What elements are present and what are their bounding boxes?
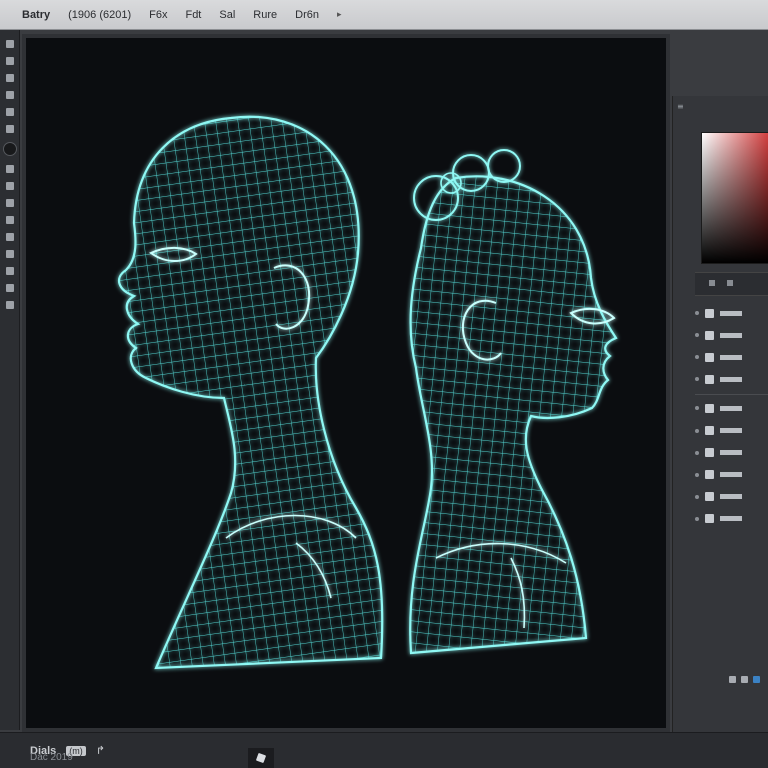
text-tool-icon[interactable] (5, 199, 14, 207)
hand-tool-icon[interactable] (5, 233, 14, 241)
zoom-tool-icon[interactable] (5, 250, 14, 258)
shape-tool-icon[interactable] (5, 216, 14, 224)
layer-thumbnail-icon (705, 330, 714, 340)
taskbar-button[interactable] (248, 748, 274, 768)
marquee-tool-icon[interactable] (5, 57, 14, 65)
panel-menu-icon[interactable]: ≡ (677, 102, 765, 114)
layer-item[interactable] (695, 394, 768, 415)
wireframe-artwork (117, 115, 618, 670)
share-icon[interactable] (753, 676, 760, 683)
layer-thumbnail-icon (705, 492, 714, 502)
layer-label (720, 332, 742, 338)
gradient-tool-icon[interactable] (5, 165, 14, 173)
layer-label (720, 310, 742, 316)
panel-tab-icon[interactable] (727, 280, 733, 286)
layer-item[interactable] (695, 350, 768, 364)
right-head-wireframe (409, 149, 618, 655)
visibility-icon[interactable] (695, 333, 699, 338)
pen-tool-icon[interactable] (5, 182, 14, 190)
visibility-icon[interactable] (695, 494, 699, 499)
layer-thumbnail-icon (705, 514, 714, 524)
menu-item-select[interactable]: Sal (219, 9, 235, 21)
layer-item[interactable] (695, 306, 768, 320)
panel-tab-strip (695, 272, 768, 296)
move-tool-icon[interactable] (5, 40, 14, 48)
screen-mode-icon[interactable] (5, 301, 14, 309)
document-canvas[interactable] (26, 38, 666, 728)
menu-item-window[interactable]: Dr6n (295, 9, 319, 21)
visibility-icon[interactable] (695, 516, 699, 521)
layer-label (720, 405, 742, 411)
layer-item[interactable] (695, 512, 768, 526)
arrange-icon[interactable] (729, 676, 736, 683)
layer-thumbnail-icon (705, 470, 714, 480)
layer-item[interactable] (695, 468, 768, 482)
arrow-icon[interactable]: ↱ (96, 744, 105, 757)
layers-list (695, 302, 768, 526)
color-swatch-icon[interactable] (2, 142, 17, 156)
layer-label (720, 376, 742, 382)
document-title: Batry (22, 8, 51, 21)
bottom-right-icons (729, 676, 760, 683)
layer-label (720, 494, 742, 500)
layer-label (720, 428, 742, 434)
crop-tool-icon[interactable] (5, 91, 14, 99)
layer-item[interactable] (695, 372, 768, 386)
layer-item[interactable] (695, 446, 768, 460)
mask-tool-icon[interactable] (5, 284, 14, 292)
visibility-icon[interactable] (695, 377, 699, 382)
visibility-icon[interactable] (695, 450, 699, 455)
layer-item[interactable] (695, 490, 768, 504)
layer-item[interactable] (695, 423, 768, 437)
footer-label: Dac 2019 (30, 752, 73, 763)
brush-tool-icon[interactable] (5, 108, 14, 116)
panel-tab-icon[interactable] (709, 280, 715, 286)
visibility-icon[interactable] (695, 311, 699, 316)
right-panel: ≡ (672, 96, 768, 732)
layer-label (720, 450, 742, 456)
grid-icon[interactable] (741, 676, 748, 683)
visibility-icon[interactable] (695, 472, 699, 477)
tool-bar (0, 30, 20, 730)
visibility-icon[interactable] (695, 428, 699, 433)
document-info: (1906 (6201) (68, 8, 132, 21)
layer-thumbnail-icon (705, 426, 714, 436)
menu-item-filter[interactable]: Rure (253, 9, 277, 21)
layer-thumbnail-icon (705, 403, 714, 413)
eraser-tool-icon[interactable] (5, 125, 14, 133)
app-window: Batry (1906 (6201) F6x Fdt Sal Rure Dr6n… (0, 0, 768, 768)
lasso-tool-icon[interactable] (5, 74, 14, 82)
layer-thumbnail-icon (705, 374, 714, 384)
menu-bar: Batry (1906 (6201) F6x Fdt Sal Rure Dr6n… (0, 0, 768, 30)
menu-item-file[interactable]: F6x (149, 9, 167, 21)
layer-label (720, 516, 742, 522)
color-picker-field[interactable] (701, 132, 768, 264)
left-head-wireframe (117, 115, 384, 670)
visibility-icon[interactable] (695, 406, 699, 411)
layer-label (720, 472, 742, 478)
status-bar: Dials (m) ↱ (0, 732, 768, 768)
layer-tool-icon[interactable] (5, 267, 14, 275)
chevron-right-icon[interactable]: ▸ (337, 9, 342, 20)
visibility-icon[interactable] (695, 355, 699, 360)
layer-thumbnail-icon (705, 308, 714, 318)
layer-thumbnail-icon (705, 448, 714, 458)
layer-item[interactable] (695, 328, 768, 342)
menu-item-edit[interactable]: Fdt (185, 9, 201, 21)
layer-label (720, 354, 742, 360)
layer-thumbnail-icon (705, 352, 714, 362)
app-icon (255, 752, 267, 764)
